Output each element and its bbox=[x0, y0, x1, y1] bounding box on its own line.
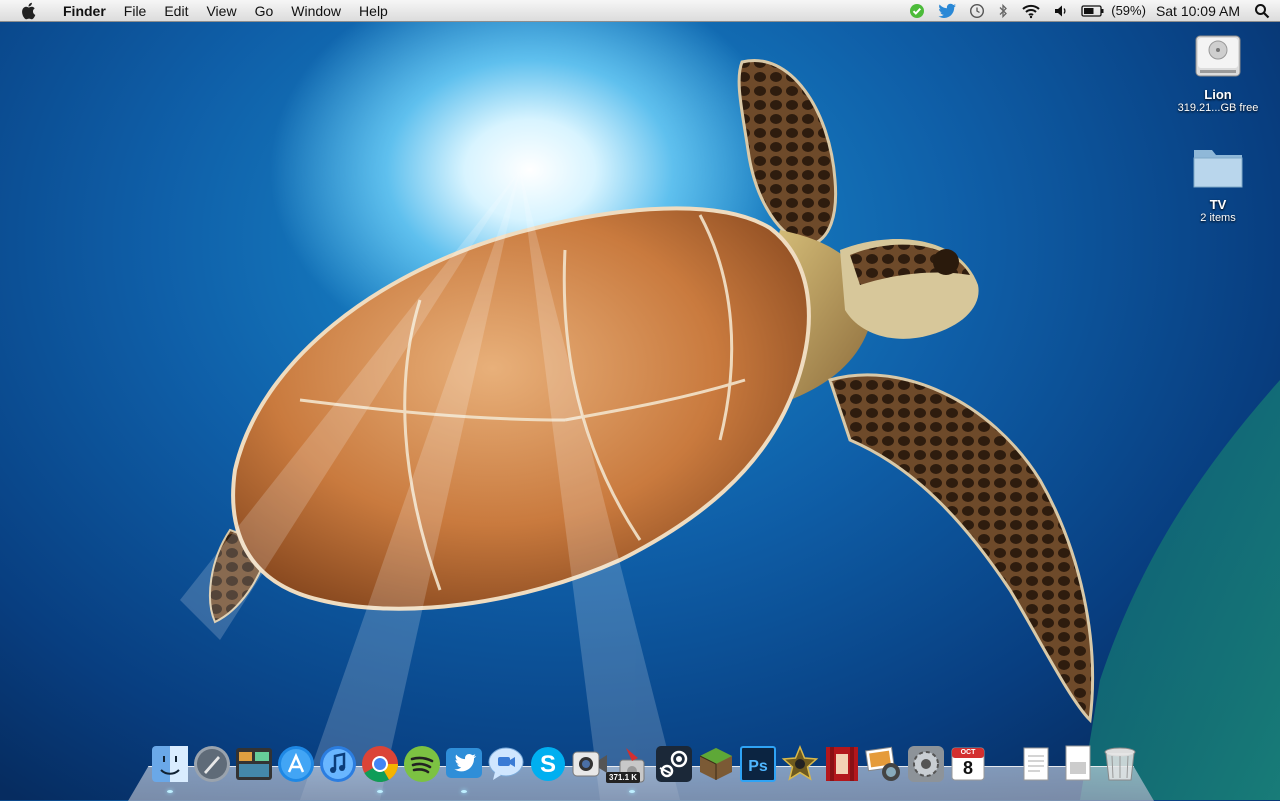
iphoto-icon[interactable] bbox=[864, 744, 904, 784]
running-indicator bbox=[461, 790, 467, 793]
time-machine-icon[interactable] bbox=[969, 0, 985, 22]
wallpaper-turtle-image bbox=[180, 59, 1280, 800]
desktop-icon-label: Lion bbox=[1204, 87, 1232, 102]
svg-text:S: S bbox=[540, 751, 556, 778]
running-indicator bbox=[629, 790, 635, 793]
menu-file[interactable]: File bbox=[115, 0, 156, 22]
battery-icon[interactable] bbox=[1081, 0, 1105, 22]
imovie-icon[interactable] bbox=[780, 744, 820, 784]
calendar-month: OCT bbox=[960, 749, 976, 756]
menu-view[interactable]: View bbox=[197, 0, 245, 22]
menu-window[interactable]: Window bbox=[282, 0, 350, 22]
desktop-icon-label: TV bbox=[1209, 197, 1227, 212]
menu-go[interactable]: Go bbox=[246, 0, 283, 22]
app-store-icon[interactable] bbox=[276, 744, 316, 784]
transmission-icon[interactable]: 371.1 K bbox=[606, 744, 652, 793]
calendar-day: 8 bbox=[962, 758, 973, 778]
launchpad-icon[interactable] bbox=[192, 744, 232, 784]
finder-icon[interactable] bbox=[150, 744, 190, 793]
apple-menu-icon[interactable] bbox=[18, 2, 38, 20]
system-preferences-icon[interactable] bbox=[906, 744, 946, 784]
minecraft-icon[interactable] bbox=[696, 744, 736, 784]
spotlight-search-icon[interactable] bbox=[1254, 0, 1270, 22]
svg-text:Ps: Ps bbox=[748, 758, 768, 775]
desktop-icon-lion-drive[interactable]: Lion 319.21...GB free bbox=[1168, 28, 1268, 114]
downloads-stack-icon[interactable] bbox=[1058, 744, 1098, 784]
wifi-icon[interactable] bbox=[1021, 0, 1041, 22]
menu-bar: Finder File Edit View Go Window Help (59… bbox=[0, 0, 1280, 22]
menu-edit[interactable]: Edit bbox=[155, 0, 197, 22]
volume-icon[interactable] bbox=[1053, 0, 1069, 22]
running-indicator bbox=[377, 790, 383, 793]
mission-control-icon[interactable] bbox=[234, 744, 274, 784]
google-chrome-icon[interactable] bbox=[360, 744, 400, 793]
status-area: (59%) Sat 10:09 AM bbox=[903, 0, 1280, 22]
check-icon[interactable] bbox=[909, 0, 925, 22]
desktop-icon-subtitle: 319.21...GB free bbox=[1177, 102, 1259, 114]
menu-finder[interactable]: Finder bbox=[54, 0, 115, 22]
messages-icon[interactable] bbox=[486, 744, 526, 784]
photoshop-icon[interactable]: Ps bbox=[738, 744, 778, 784]
folder-icon bbox=[1193, 150, 1243, 188]
twitter-app-icon[interactable] bbox=[444, 744, 484, 793]
documents-stack-icon[interactable] bbox=[1016, 744, 1056, 784]
menubar-clock[interactable]: Sat 10:09 AM bbox=[1156, 3, 1240, 19]
trash-icon[interactable] bbox=[1100, 744, 1140, 784]
twitter-icon[interactable] bbox=[937, 0, 957, 22]
running-indicator bbox=[167, 790, 173, 793]
hard-drive-icon bbox=[1195, 35, 1241, 77]
bluetooth-icon[interactable] bbox=[997, 0, 1009, 22]
spotify-icon[interactable] bbox=[402, 744, 442, 784]
facetime-icon[interactable] bbox=[570, 744, 610, 784]
desktop-icon-subtitle: 2 items bbox=[1200, 212, 1236, 224]
skype-icon[interactable]: S bbox=[528, 744, 568, 784]
menu-help[interactable]: Help bbox=[350, 0, 397, 22]
battery-percent: (59%) bbox=[1111, 3, 1146, 18]
transfer-rate-badge: 371.1 K bbox=[606, 772, 641, 783]
itunes-icon[interactable] bbox=[318, 744, 358, 784]
steam-icon[interactable] bbox=[654, 744, 694, 784]
calendar-icon[interactable]: OCT 8 bbox=[948, 744, 988, 784]
dock: S 371.1 K Ps OCT 8 bbox=[150, 744, 1140, 794]
desktop-icon-tv-folder[interactable]: TV 2 items bbox=[1168, 142, 1268, 224]
photo-booth-icon[interactable] bbox=[822, 744, 862, 784]
